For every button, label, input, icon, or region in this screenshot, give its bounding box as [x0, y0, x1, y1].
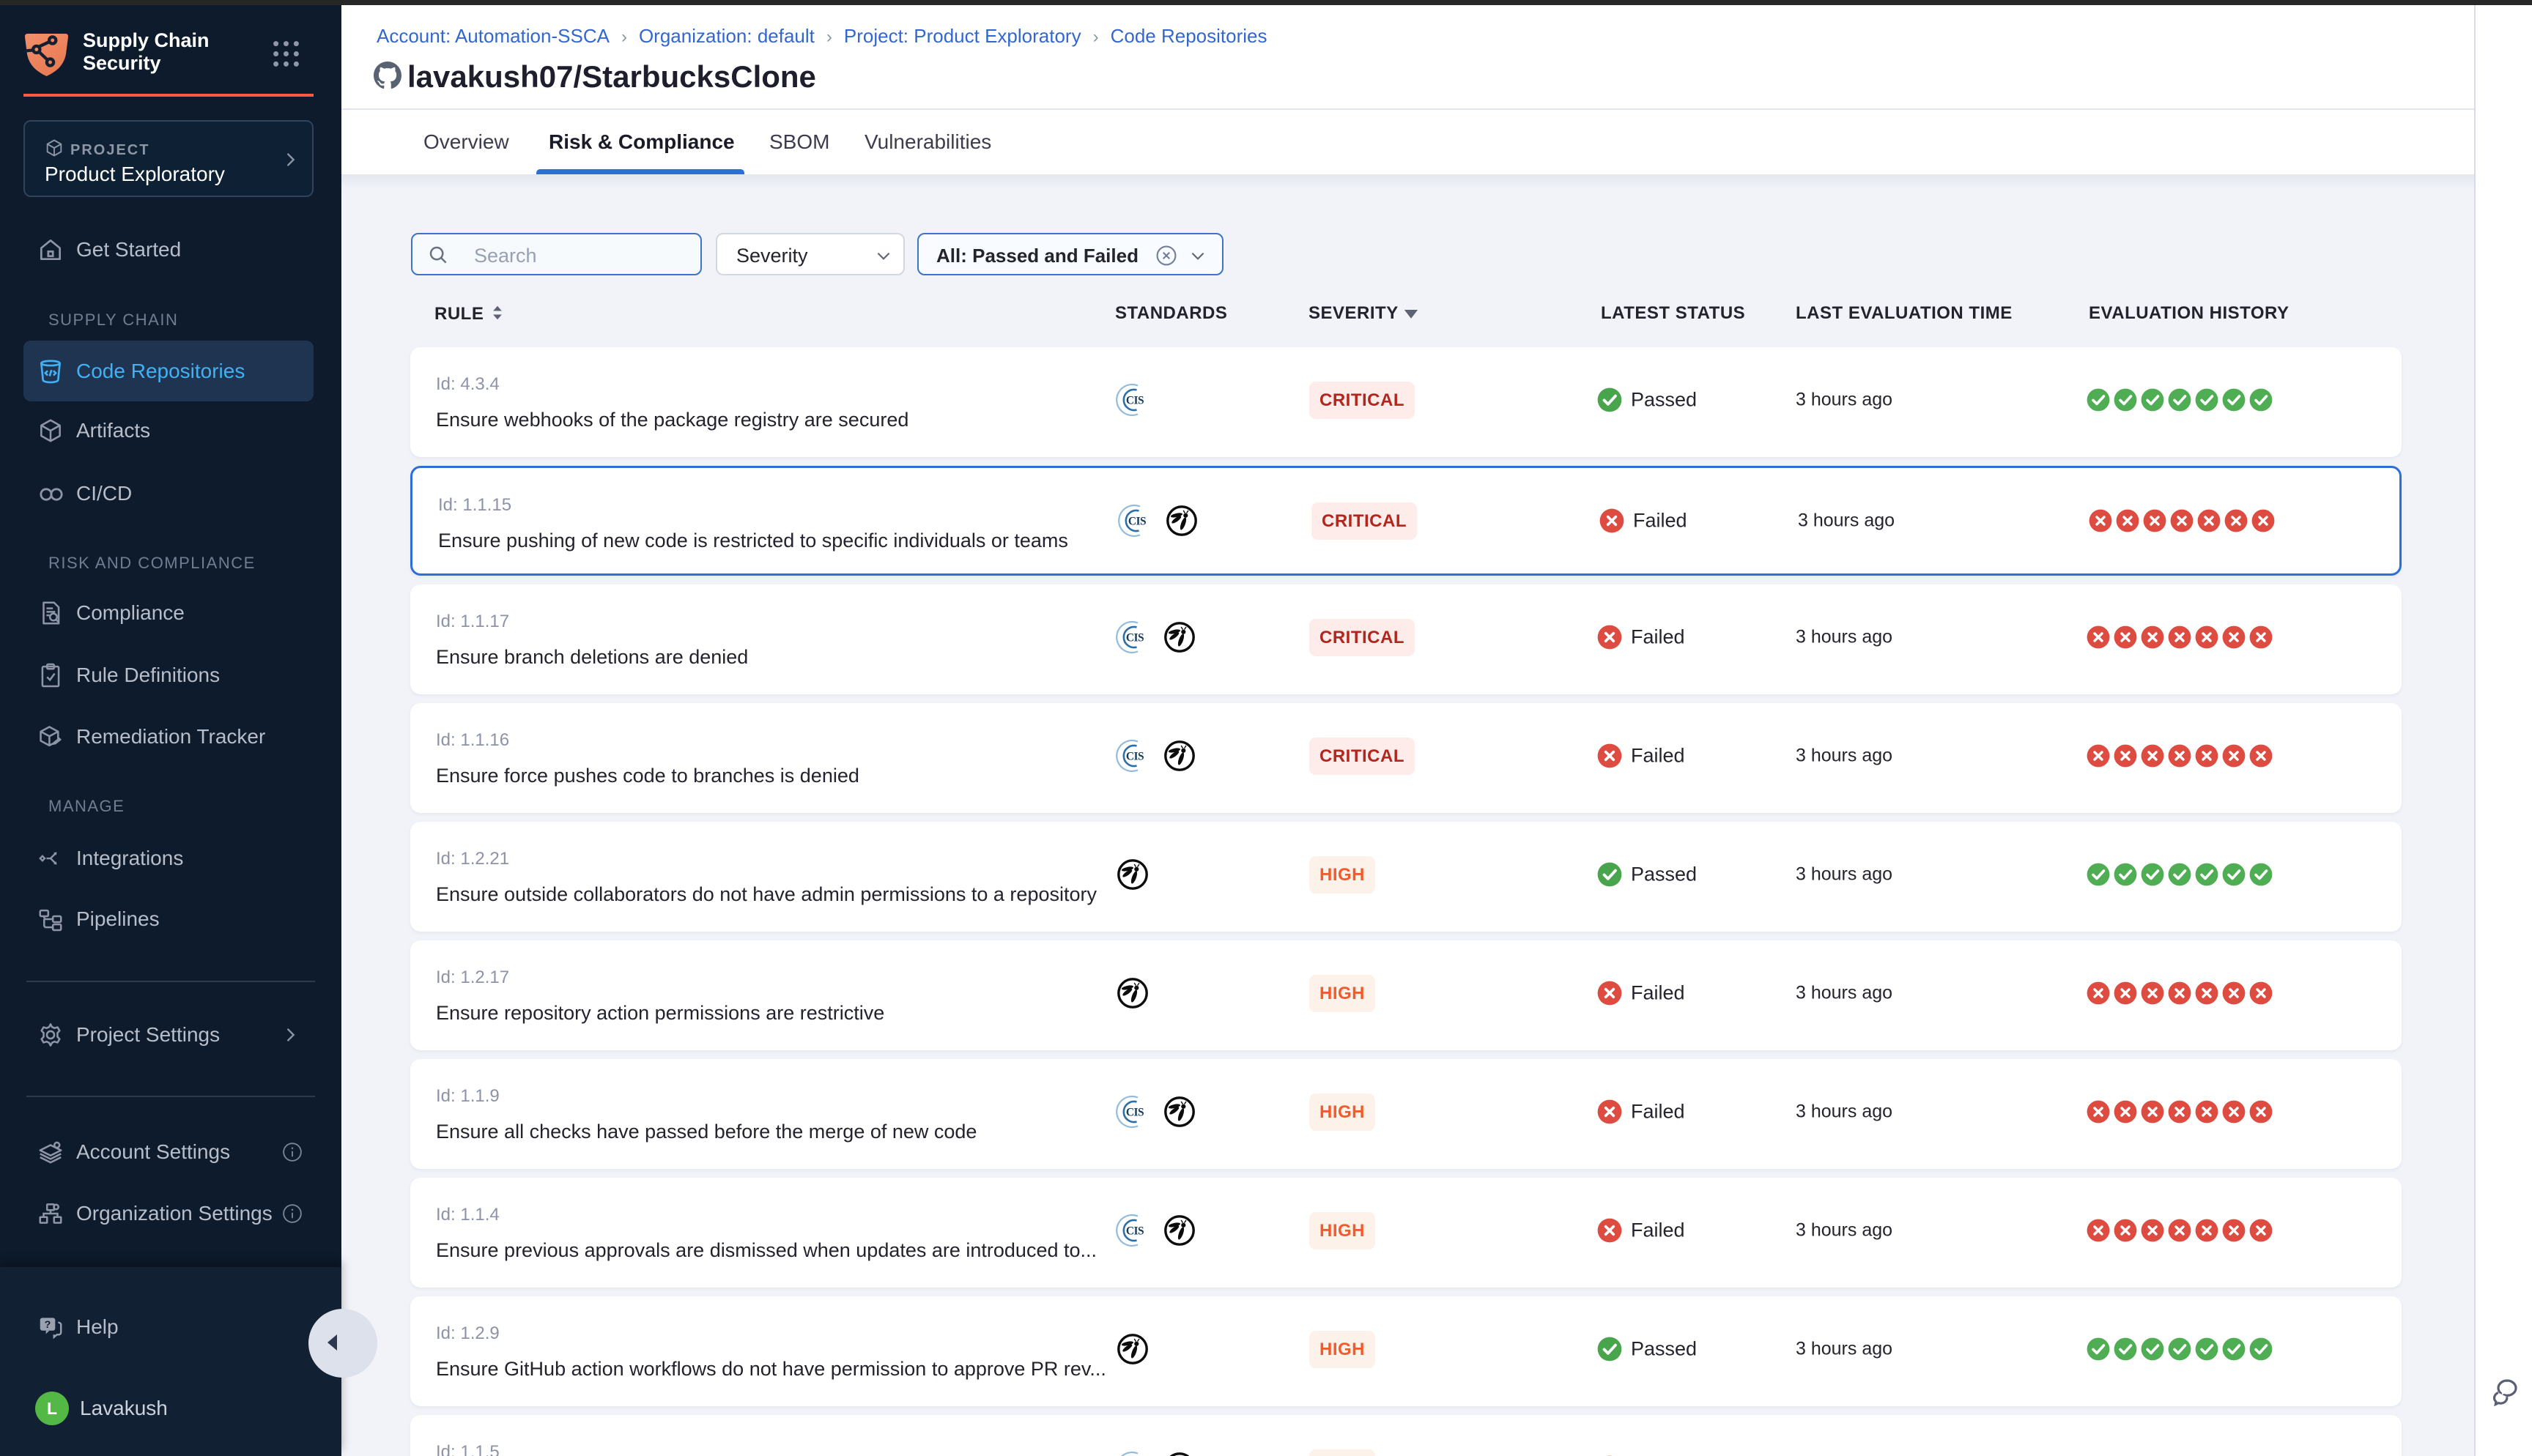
svg-text:?: ?	[45, 1318, 51, 1330]
